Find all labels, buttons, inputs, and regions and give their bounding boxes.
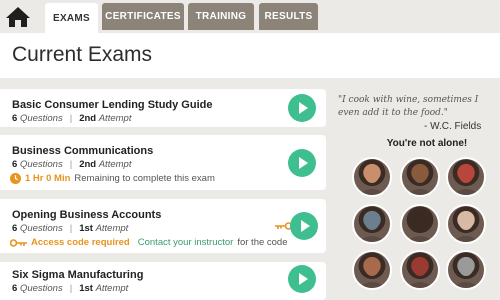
start-exam-button[interactable] <box>288 149 316 177</box>
tab-certificates[interactable]: CERTIFICATES <box>102 3 184 30</box>
exam-card[interactable]: Basic Consumer Lending Study Guide 6 Que… <box>0 89 326 127</box>
separator: | <box>69 113 73 124</box>
exam-card[interactable]: Business Communications 6 Questions | 2nd … <box>0 135 326 190</box>
avatar <box>352 204 392 244</box>
community-heading: You're not alone! <box>386 138 468 149</box>
access-code-text: Access code required <box>31 237 130 248</box>
avatar <box>400 204 440 244</box>
questions-label: Questions <box>19 113 63 124</box>
question-count: 6 <box>12 159 18 170</box>
avatar <box>352 157 392 197</box>
exam-meta: 6 Questions | 1st Attempt <box>12 283 128 294</box>
question-count: 6 <box>12 223 18 234</box>
attempt-number: 1st <box>79 283 93 294</box>
avatar <box>400 250 440 290</box>
quote-text: "I cook with wine, sometimes I even add … <box>338 95 479 118</box>
access-code-notice: Access code required Contact your instru… <box>10 237 288 248</box>
avatar <box>352 250 392 290</box>
start-exam-button[interactable] <box>288 265 316 293</box>
tab-results[interactable]: RESULTS <box>259 3 318 30</box>
attempt-number: 1st <box>79 223 93 234</box>
attempt-label: Attempt <box>95 223 129 234</box>
separator: | <box>69 283 73 294</box>
exam-card[interactable]: Six Sigma Manufacturing 6 Questions | 1st … <box>0 262 326 300</box>
tab-exams[interactable]: EXAMS <box>45 3 98 33</box>
start-exam-button[interactable] <box>290 212 318 240</box>
avatar <box>446 204 486 244</box>
page-title: Current Exams <box>12 43 153 66</box>
exam-card[interactable]: Opening Business Accounts 6 Questions | 1s… <box>0 199 326 253</box>
contact-suffix: for the code <box>237 237 288 248</box>
attempt-label: Attempt <box>98 159 132 170</box>
attempt-number: 2nd <box>79 159 97 170</box>
top-nav: EXAMS CERTIFICATES TRAINING RESULTS <box>0 0 500 33</box>
home-icon[interactable] <box>4 5 32 29</box>
time-remaining-value: 1 Hr 0 Min <box>25 173 71 184</box>
exam-title[interactable]: Basic Consumer Lending Study Guide <box>12 99 212 111</box>
separator: | <box>69 159 73 170</box>
avatar <box>446 250 486 290</box>
exam-title[interactable]: Business Communications <box>12 145 153 157</box>
page-header: Current Exams <box>0 33 500 78</box>
time-remaining: 1 Hr 0 Min Remaining to complete this ex… <box>10 173 215 184</box>
questions-label: Questions <box>19 159 63 170</box>
quote-author: - W.C. Fields <box>424 121 482 132</box>
tab-training[interactable]: TRAINING <box>188 3 254 30</box>
attempt-number: 2nd <box>79 113 97 124</box>
questions-label: Questions <box>19 283 63 294</box>
avatar <box>400 157 440 197</box>
start-exam-button[interactable] <box>288 94 316 122</box>
exam-meta: 6 Questions | 2nd Attempt <box>12 159 131 170</box>
clock-icon <box>10 173 21 184</box>
separator: | <box>69 223 73 234</box>
question-count: 6 <box>12 283 18 294</box>
contact-instructor-link[interactable]: Contact your instructor <box>138 237 234 248</box>
question-count: 6 <box>12 113 18 124</box>
exam-title[interactable]: Six Sigma Manufacturing <box>12 269 143 281</box>
exam-title[interactable]: Opening Business Accounts <box>12 209 161 221</box>
key-icon <box>10 238 27 247</box>
time-remaining-text: Remaining to complete this exam <box>74 173 215 184</box>
avatar <box>446 157 486 197</box>
attempt-label: Attempt <box>98 113 132 124</box>
questions-label: Questions <box>19 223 63 234</box>
exam-meta: 6 Questions | 1st Attempt <box>12 223 128 234</box>
attempt-label: Attempt <box>95 283 129 294</box>
exam-meta: 6 Questions | 2nd Attempt <box>12 113 131 124</box>
